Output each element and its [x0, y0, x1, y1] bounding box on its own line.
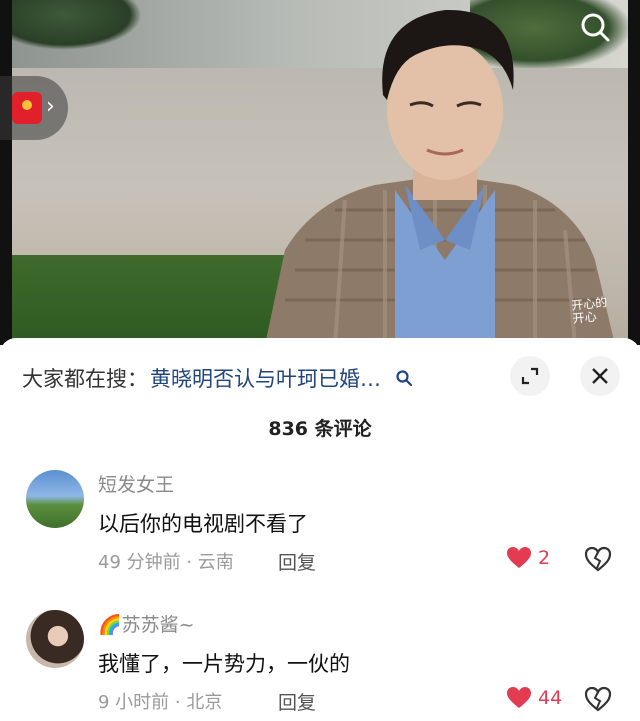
- close-button[interactable]: [580, 356, 620, 396]
- expand-icon: [521, 367, 539, 385]
- trending-search-query[interactable]: 黄晓明否认与叶珂已婚…: [150, 363, 381, 393]
- like-count: 44: [538, 687, 563, 709]
- comment-time-location: 49 分钟前 · 云南: [98, 552, 234, 573]
- video-background-tree: [12, 0, 142, 50]
- search-icon[interactable]: [578, 10, 612, 44]
- comment-time-location: 9 小时前 · 北京: [98, 692, 223, 713]
- trending-search-bar[interactable]: 大家都在搜： 黄晓明否认与叶珂已婚…: [22, 362, 413, 394]
- video-watermark: 开心的 开心: [571, 295, 610, 326]
- video-person: [265, 9, 615, 345]
- like-count: 2: [538, 547, 551, 569]
- heart-icon: [507, 687, 531, 708]
- trending-search-prefix: 大家都在搜：: [22, 367, 148, 391]
- video-letterbox-right: [628, 0, 640, 345]
- reply-button[interactable]: 回复: [278, 688, 316, 715]
- expand-button[interactable]: [510, 356, 550, 396]
- like-button[interactable]: 44: [506, 686, 562, 710]
- comment-text[interactable]: 我懂了，一片势力，一伙的: [98, 648, 350, 678]
- comment-username[interactable]: 短发女王: [98, 470, 174, 497]
- video-player[interactable]: › 开心的 开心: [0, 0, 640, 345]
- red-packet-icon: [12, 92, 42, 124]
- chevron-right-icon: ›: [46, 94, 55, 119]
- avatar[interactable]: [26, 470, 84, 528]
- video-letterbox-left: [0, 0, 12, 345]
- heart-icon: [507, 547, 531, 568]
- broken-heart-icon[interactable]: [584, 546, 612, 572]
- avatar[interactable]: [26, 610, 84, 668]
- red-packet-button[interactable]: ›: [0, 76, 68, 140]
- like-button[interactable]: 2: [506, 546, 550, 570]
- reply-button[interactable]: 回复: [278, 548, 316, 575]
- comment-username[interactable]: 🌈苏苏酱~: [98, 610, 195, 637]
- comment-text[interactable]: 以后你的电视剧不看了: [98, 508, 308, 538]
- comment-count: 836 条评论: [268, 418, 372, 440]
- search-icon[interactable]: [395, 369, 413, 387]
- broken-heart-icon[interactable]: [584, 686, 612, 712]
- close-icon: [592, 368, 608, 384]
